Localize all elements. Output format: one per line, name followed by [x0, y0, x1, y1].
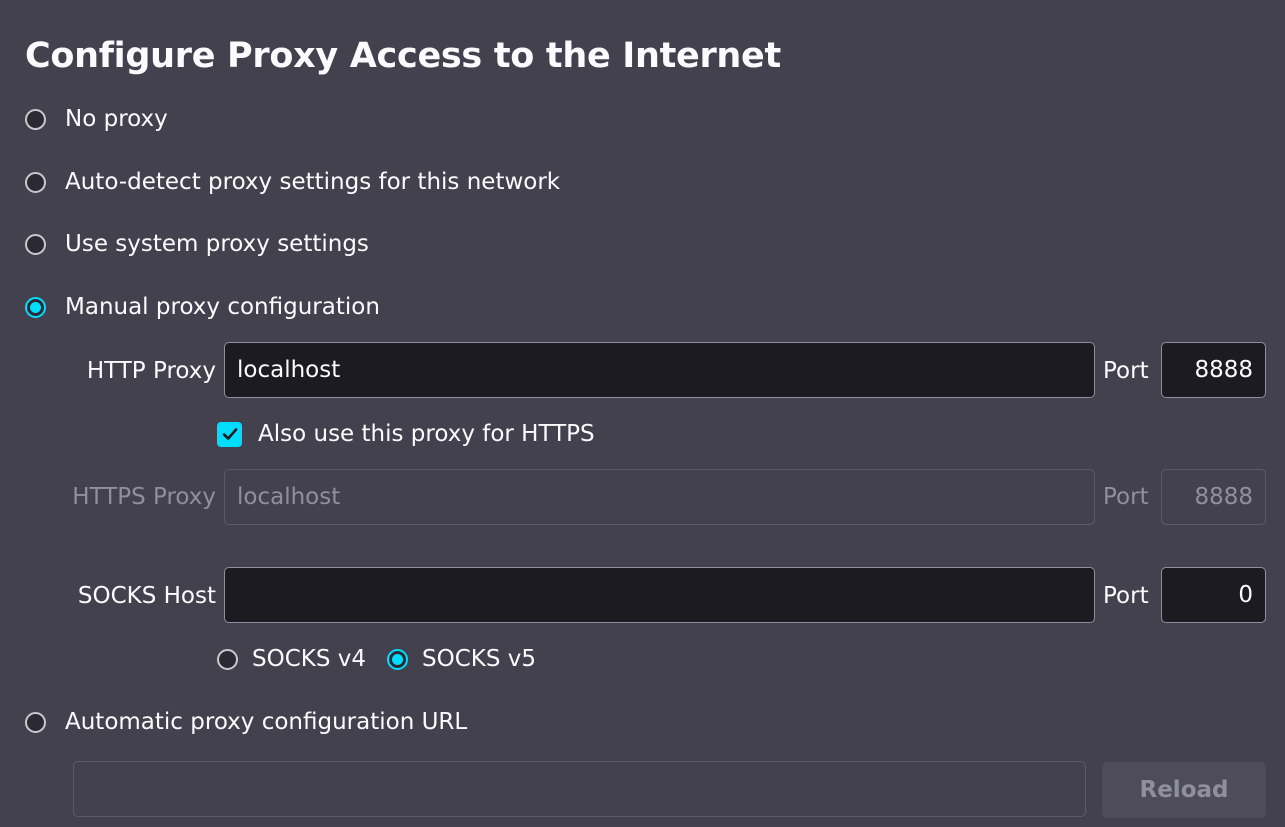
radio-socks-v5[interactable]: SOCKS v5 [387, 644, 536, 674]
radio-label-manual: Manual proxy configuration [65, 294, 380, 320]
socks-port-label: Port [1103, 583, 1149, 609]
socks-v5-label: SOCKS v5 [422, 646, 537, 672]
socks-host-label: SOCKS Host [77, 583, 216, 609]
http-port-label: Port [1103, 358, 1149, 384]
proxy-settings-dialog: Configure Proxy Access to the Internet N… [0, 0, 1285, 827]
radio-auto-detect[interactable]: Auto-detect proxy settings for this netw… [25, 167, 560, 197]
page-title: Configure Proxy Access to the Internet [25, 36, 781, 76]
https-proxy-label: HTTPS Proxy [72, 484, 216, 510]
also-use-https-checkbox-row[interactable]: Also use this proxy for HTTPS [217, 419, 595, 449]
http-proxy-label: HTTP Proxy [86, 358, 216, 384]
https-proxy-input: localhost [224, 469, 1095, 525]
radio-button-checked-icon[interactable] [387, 648, 408, 670]
reload-button[interactable]: Reload [1102, 762, 1266, 818]
radio-button-icon[interactable] [25, 711, 46, 733]
radio-socks-v4[interactable]: SOCKS v4 [217, 644, 366, 674]
radio-button-icon[interactable] [25, 233, 46, 255]
radio-button-icon[interactable] [25, 171, 46, 193]
https-port-input: 8888 [1161, 469, 1266, 525]
radio-auto-config-url[interactable]: Automatic proxy configuration URL [25, 707, 467, 737]
radio-manual-proxy[interactable]: Manual proxy configuration [25, 292, 380, 322]
radio-button-icon[interactable] [217, 648, 238, 670]
socks-host-input[interactable] [224, 567, 1095, 623]
https-port-label: Port [1103, 484, 1149, 510]
checkmark-icon[interactable] [217, 421, 242, 447]
radio-button-icon[interactable] [25, 108, 46, 130]
radio-label-system: Use system proxy settings [65, 231, 369, 257]
radio-label-auto-url: Automatic proxy configuration URL [65, 709, 468, 735]
radio-system-proxy[interactable]: Use system proxy settings [25, 229, 369, 259]
radio-label-no-proxy: No proxy [65, 106, 168, 132]
radio-no-proxy[interactable]: No proxy [25, 104, 168, 134]
http-proxy-input[interactable]: localhost [224, 342, 1095, 398]
socks-v4-label: SOCKS v4 [252, 646, 367, 672]
auto-config-url-input [73, 761, 1086, 817]
radio-label-auto-detect: Auto-detect proxy settings for this netw… [65, 169, 561, 195]
http-port-input[interactable]: 8888 [1161, 342, 1266, 398]
radio-button-checked-icon[interactable] [25, 296, 46, 318]
also-use-https-label: Also use this proxy for HTTPS [258, 421, 595, 447]
socks-port-input[interactable]: 0 [1161, 567, 1266, 623]
